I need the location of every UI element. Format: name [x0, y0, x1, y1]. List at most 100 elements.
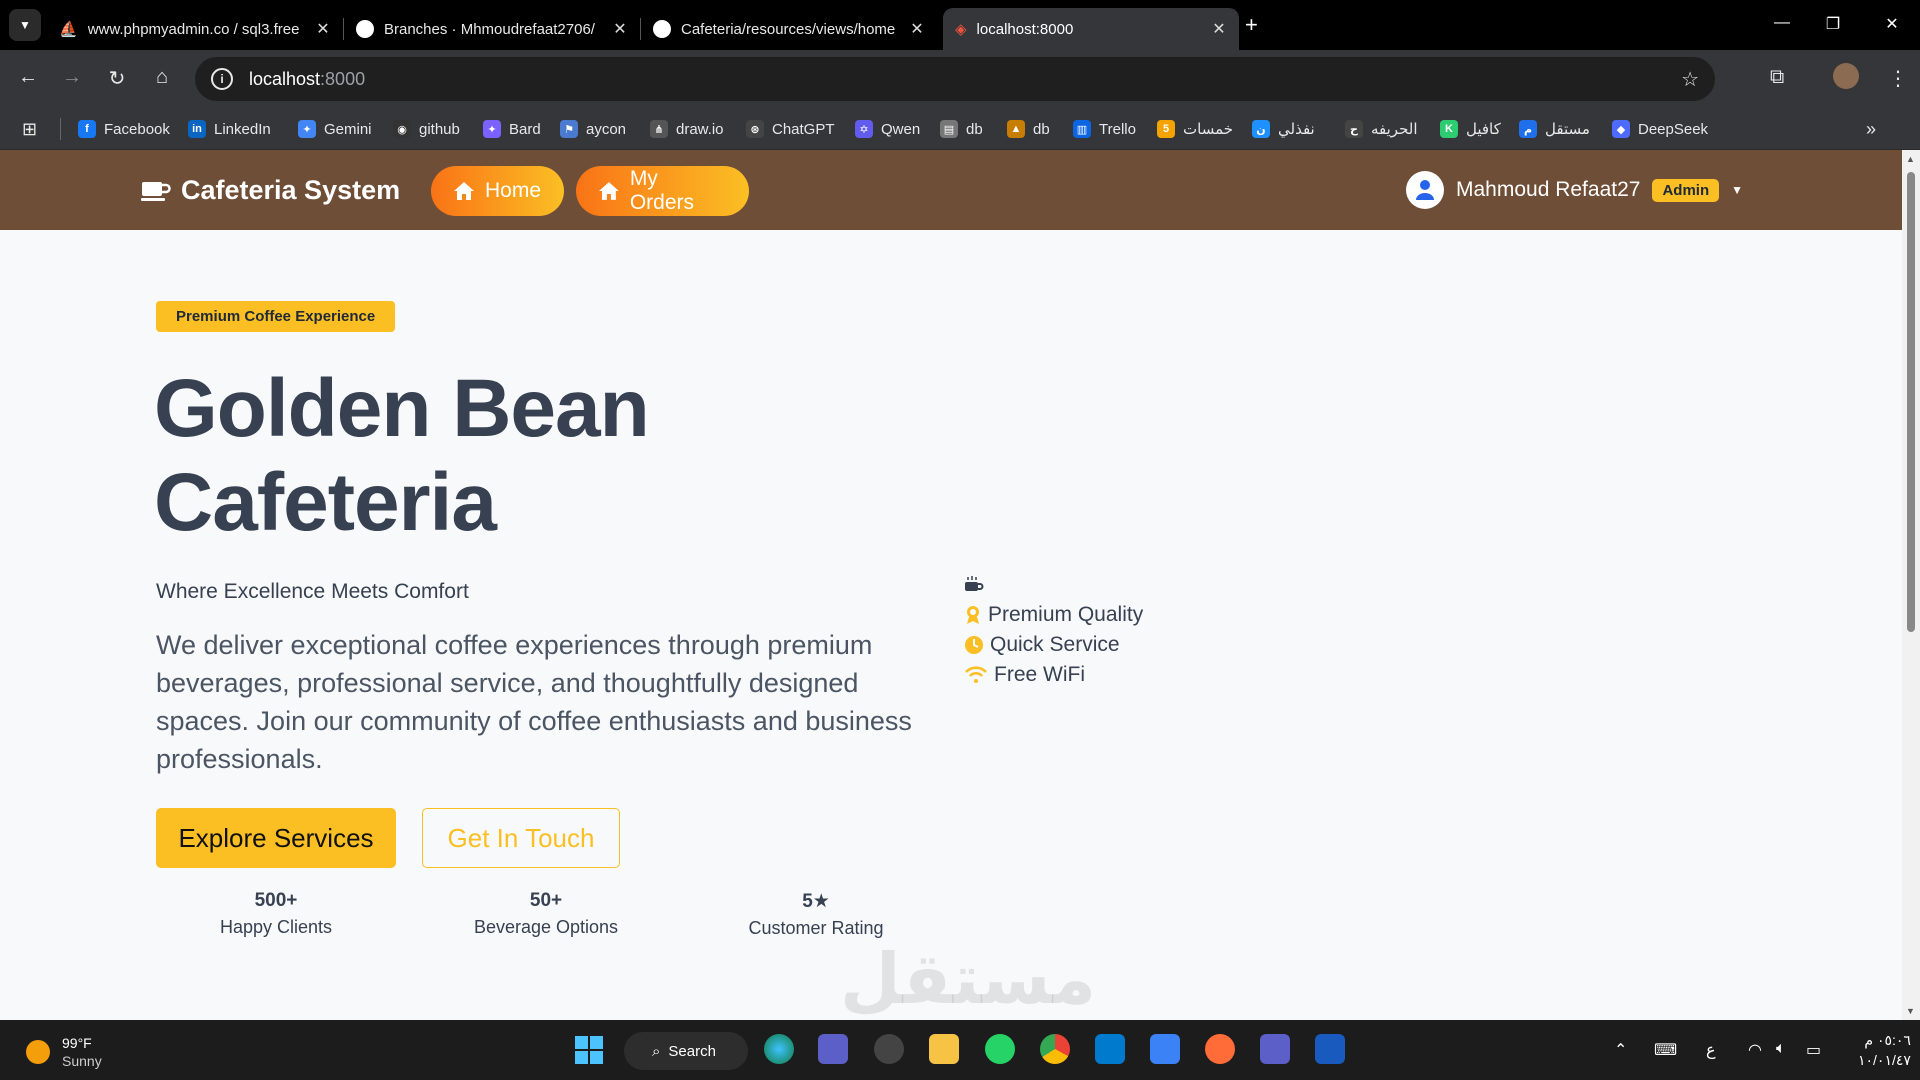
bookmark-favicon-icon: in: [188, 120, 206, 138]
feature-coffee: [964, 570, 1143, 600]
keyboard-icon[interactable]: ⌨: [1654, 1040, 1677, 1060]
close-icon[interactable]: ✕: [315, 19, 331, 39]
tab-search-button[interactable]: ▼: [9, 9, 41, 41]
tab-phpmyadmin[interactable]: ⛵ www.phpmyadmin.co / sql3.free ✕: [47, 8, 343, 50]
scroll-up-icon[interactable]: ▲: [1906, 154, 1915, 164]
teams-work-icon[interactable]: [1260, 1034, 1290, 1064]
bookmark-item[interactable]: f Facebook: [78, 118, 170, 140]
media-player-icon[interactable]: [874, 1034, 904, 1064]
nav-my-orders-button[interactable]: My Orders: [576, 166, 749, 216]
volume-icon[interactable]: 🔈︎: [1776, 1040, 1786, 1058]
more-bookmarks-icon[interactable]: »: [1866, 118, 1876, 140]
stat-customer-rating: 5★ Customer Rating: [716, 890, 916, 939]
close-icon[interactable]: ✕: [612, 19, 628, 39]
wifi-status-icon[interactable]: ◠: [1748, 1040, 1762, 1060]
close-icon[interactable]: ✕: [909, 19, 925, 39]
hero-badge: Premium Coffee Experience: [156, 301, 396, 332]
bookmark-item[interactable]: ن نفذلي: [1252, 118, 1315, 140]
bookmark-item[interactable]: ✦ Bard: [483, 118, 541, 140]
bookmark-item[interactable]: 5 خمسات: [1157, 118, 1233, 140]
bookmark-item[interactable]: ◆ DeepSeek: [1612, 118, 1708, 140]
whatsapp-icon[interactable]: [985, 1034, 1015, 1064]
bookmark-item[interactable]: ✦ Gemini: [298, 118, 372, 140]
back-arrow-icon[interactable]: ←: [15, 66, 41, 89]
window-close-icon[interactable]: ✕: [1882, 14, 1902, 34]
bookmark-label: نفذلي: [1278, 121, 1315, 138]
bookmark-favicon-icon: ⊛: [746, 120, 764, 138]
minimize-icon[interactable]: —: [1772, 14, 1792, 32]
hero-title-line2: Cafeteria: [154, 457, 497, 548]
bookmark-favicon-icon: K: [1440, 120, 1458, 138]
stat-label: Customer Rating: [748, 918, 884, 938]
sun-icon: [26, 1040, 50, 1064]
tab-localhost[interactable]: ◈ localhost:8000 ✕: [943, 8, 1239, 50]
bookmark-item[interactable]: ⚑ aycon: [560, 118, 626, 140]
battery-icon[interactable]: ▭: [1806, 1040, 1821, 1060]
vscode-icon[interactable]: [1095, 1034, 1125, 1064]
taskbar-search[interactable]: ⌕ Search: [624, 1032, 748, 1070]
brand[interactable]: Cafeteria System: [141, 175, 400, 206]
teams-icon[interactable]: [818, 1034, 848, 1064]
bookmark-item[interactable]: K كافيل: [1440, 118, 1501, 140]
home-icon[interactable]: ⌂: [149, 66, 175, 89]
nav-home-button[interactable]: Home: [431, 166, 564, 216]
apps-grid-icon[interactable]: ⊞: [22, 118, 37, 140]
bookmark-item[interactable]: ▲ db: [1007, 118, 1050, 140]
site-navbar: Cafeteria System Home My Orders Mahmoud …: [0, 150, 1902, 230]
page-scrollbar[interactable]: ▲ ▼: [1902, 150, 1920, 1020]
bookmark-item[interactable]: ⊛ ChatGPT: [746, 118, 835, 140]
bookmark-item[interactable]: ح الحريفه: [1345, 118, 1418, 140]
feature-label: Free WiFi: [994, 663, 1085, 686]
scroll-down-icon[interactable]: ▼: [1906, 1006, 1915, 1016]
kebab-menu-icon[interactable]: ⋮: [1888, 66, 1908, 91]
bookmark-item[interactable]: ✡ Qwen: [855, 118, 920, 140]
notepad-icon[interactable]: [1150, 1034, 1180, 1064]
tab-github-branches[interactable]: Branches · Mhmoudrefaat2706/ ✕: [344, 8, 640, 50]
restore-icon[interactable]: ❐: [1823, 14, 1843, 34]
bookmark-item[interactable]: ▤ db: [940, 118, 983, 140]
edge-icon[interactable]: [764, 1034, 794, 1064]
stat-label: Beverage Options: [473, 917, 619, 937]
bookmarks-separator: [60, 118, 61, 140]
bookmark-star-icon[interactable]: ☆: [1681, 67, 1699, 92]
chrome-icon[interactable]: [1040, 1034, 1070, 1064]
address-bar[interactable]: i localhost:8000 ☆: [195, 57, 1715, 101]
user-menu[interactable]: Mahmoud Refaat27 Admin ▼: [1406, 171, 1743, 209]
windows-start-icon[interactable]: [575, 1036, 603, 1064]
bookmark-label: Gemini: [324, 120, 372, 138]
bookmark-item[interactable]: ⋔ draw.io: [650, 118, 724, 140]
browser-tab-bar: ▼ ⛵ www.phpmyadmin.co / sql3.free ✕ Bran…: [0, 0, 1920, 50]
postman-icon[interactable]: [1205, 1034, 1235, 1064]
bookmark-item[interactable]: م مستقل: [1519, 118, 1590, 140]
explore-services-button[interactable]: Explore Services: [156, 808, 396, 868]
file-explorer-icon[interactable]: [929, 1034, 959, 1064]
get-in-touch-button[interactable]: Get In Touch: [422, 808, 620, 868]
weather-widget[interactable]: 99°F Sunny: [26, 1034, 102, 1070]
bookmark-label: github: [419, 120, 460, 138]
tab-github-cafeteria[interactable]: Cafeteria/resources/views/home ✕: [641, 8, 937, 50]
extensions-icon[interactable]: ⧉: [1770, 66, 1784, 89]
award-icon: [967, 606, 979, 624]
bookmark-favicon-icon: م: [1519, 120, 1537, 138]
reload-icon[interactable]: ↻: [104, 66, 130, 91]
forward-arrow-icon[interactable]: →: [59, 66, 85, 89]
close-icon[interactable]: ✕: [1211, 19, 1227, 39]
bookmark-label: Qwen: [881, 120, 921, 138]
bookmark-item[interactable]: in LinkedIn: [188, 118, 271, 140]
site-info-icon[interactable]: i: [211, 68, 233, 90]
bookmark-favicon-icon: ▲: [1007, 120, 1025, 138]
chevron-up-icon[interactable]: ⌃: [1614, 1040, 1627, 1060]
user-name: Mahmoud Refaat27: [1456, 178, 1641, 201]
bookmark-item[interactable]: ▥ Trello: [1073, 118, 1136, 140]
new-tab-button[interactable]: +: [1245, 12, 1258, 38]
scrollbar-thumb[interactable]: [1907, 172, 1915, 632]
word-icon[interactable]: [1315, 1034, 1345, 1064]
user-icon: [1416, 180, 1434, 200]
bookmark-label: خمسات: [1183, 121, 1234, 138]
bookmark-label: aycon: [586, 120, 627, 138]
url-text: localhost:8000: [249, 68, 366, 89]
system-clock[interactable]: ٠٥:٠٦ م ١٠/٠١/٤٧: [1858, 1030, 1911, 1070]
profile-avatar[interactable]: [1833, 63, 1859, 89]
language-indicator[interactable]: ع: [1706, 1040, 1716, 1060]
bookmark-item[interactable]: ◉ github: [393, 118, 460, 140]
